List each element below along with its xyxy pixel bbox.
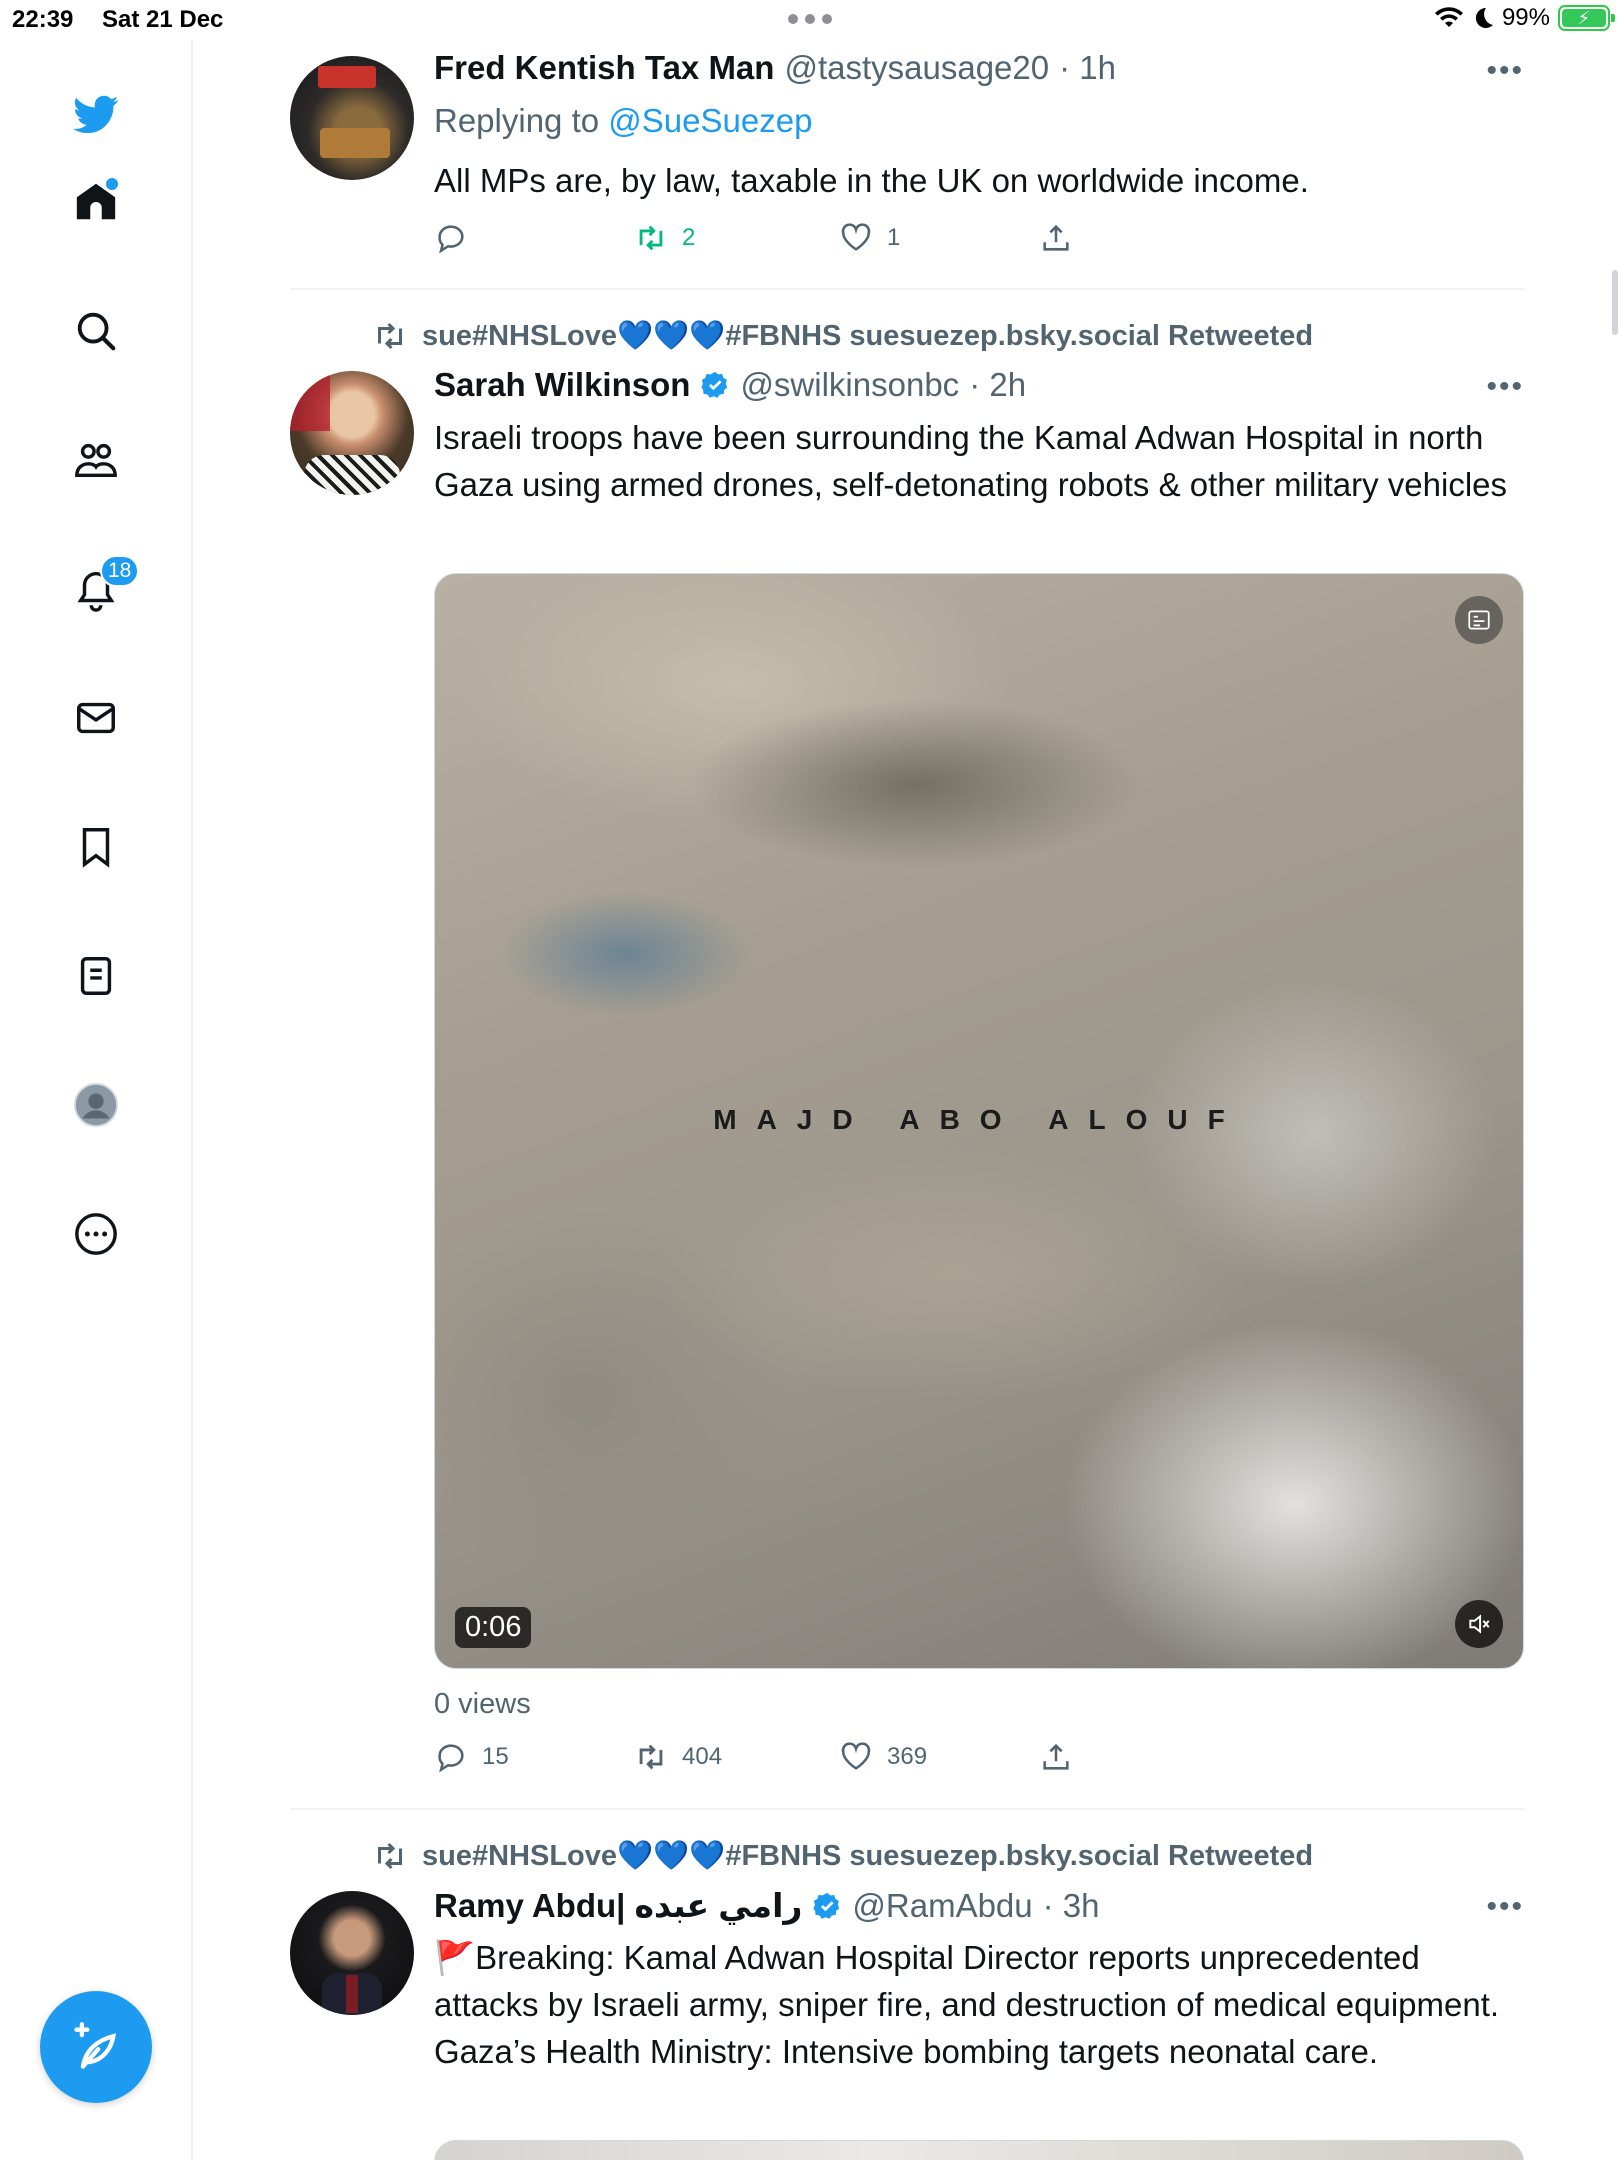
reply-button[interactable] bbox=[434, 221, 482, 255]
more-circle-icon[interactable] bbox=[70, 1208, 122, 1260]
tweet-header: Fred Kentish Tax Man @tastysausage20 · 1… bbox=[434, 49, 1116, 87]
display-name[interactable]: Ramy Abdu| رامي عبده bbox=[434, 1886, 802, 1925]
verified-badge-icon bbox=[813, 1892, 840, 1919]
communities-icon[interactable] bbox=[70, 434, 122, 486]
more-options-icon[interactable]: ••• bbox=[1486, 370, 1524, 404]
handle[interactable]: @RamAbdu bbox=[852, 1887, 1032, 1925]
share-button[interactable] bbox=[1039, 221, 1073, 255]
retweet-button[interactable]: 2 bbox=[634, 221, 695, 255]
share-icon bbox=[1043, 1743, 1069, 1770]
reply-count: 15 bbox=[482, 1743, 509, 1770]
retweeted-by-label[interactable]: sue#NHSLove💙💙💙#FBNHS suesuezep.bsky.soci… bbox=[422, 319, 1313, 353]
retweet-icon bbox=[378, 322, 402, 350]
retweeted-by: sue#NHSLove💙💙💙#FBNHS suesuezep.bsky.soci… bbox=[372, 318, 1313, 354]
more-options-icon[interactable]: ••• bbox=[1486, 54, 1524, 88]
content-warning-icon[interactable] bbox=[1455, 596, 1503, 644]
search-icon[interactable] bbox=[70, 305, 122, 357]
like-button[interactable]: 369 bbox=[839, 1740, 927, 1774]
heart-icon bbox=[841, 223, 871, 251]
wifi-icon bbox=[1434, 7, 1463, 28]
home-icon[interactable] bbox=[70, 176, 122, 228]
view-count: 0 views bbox=[434, 1688, 531, 1720]
feed-scrollbar[interactable] bbox=[1612, 270, 1618, 335]
status-indicators: 99% ⚡ bbox=[1434, 4, 1615, 32]
video-player[interactable]: MAJD ABO ALOUF 0:06 bbox=[434, 573, 1524, 1669]
verified-badge-icon bbox=[701, 371, 728, 398]
like-count: 1 bbox=[887, 224, 901, 251]
sidebar-nav: 18 bbox=[0, 40, 193, 2160]
battery-icon: ⚡ bbox=[1558, 5, 1615, 31]
share-icon bbox=[1043, 224, 1069, 251]
like-button[interactable]: 1 bbox=[839, 221, 900, 255]
more-options-icon[interactable]: ••• bbox=[1486, 1890, 1524, 1924]
reply-button[interactable]: 15 bbox=[434, 1740, 509, 1774]
handle[interactable]: @swilkinsonbc bbox=[740, 366, 959, 404]
display-name[interactable]: Sarah Wilkinson bbox=[434, 366, 690, 404]
replying-label: Replying to bbox=[434, 102, 600, 139]
replying-to: Replying to @SueSuezep bbox=[434, 102, 812, 140]
home-new-dot bbox=[106, 178, 118, 190]
retweeted-by-label[interactable]: sue#NHSLove💙💙💙#FBNHS suesuezep.bsky.soci… bbox=[422, 1839, 1313, 1873]
do-not-disturb-moon-icon bbox=[1475, 7, 1493, 28]
tweet-header: Ramy Abdu| رامي عبده @RamAbdu · 3h bbox=[434, 1886, 1100, 1925]
profile-avatar-icon[interactable] bbox=[70, 1079, 122, 1131]
reply-icon bbox=[438, 225, 464, 254]
avatar[interactable] bbox=[290, 1891, 414, 2015]
reply-icon bbox=[438, 1744, 464, 1773]
tweet-text: Israeli troops have been surrounding the… bbox=[434, 419, 1508, 503]
mute-icon[interactable] bbox=[1455, 1600, 1503, 1648]
status-bar: 22:39 Sat 21 Dec 99% ⚡ bbox=[0, 0, 1620, 40]
timestamp[interactable]: · 3h bbox=[1043, 1887, 1100, 1925]
status-time: 22:39 bbox=[12, 6, 74, 33]
twitter-bird-icon[interactable] bbox=[70, 88, 122, 140]
avatar[interactable] bbox=[290, 371, 414, 495]
media-preview[interactable] bbox=[434, 2140, 1524, 2160]
retweet-count: 404 bbox=[682, 1743, 723, 1770]
tweet-header: Sarah Wilkinson @swilkinsonbc · 2h bbox=[434, 366, 1026, 404]
timestamp[interactable]: · 1h bbox=[1059, 49, 1116, 87]
tweet-divider bbox=[290, 288, 1524, 290]
messages-envelope-icon[interactable] bbox=[70, 692, 122, 744]
timestamp[interactable]: · 2h bbox=[969, 366, 1026, 404]
compose-feather-icon[interactable] bbox=[40, 1991, 152, 2103]
retweet-icon bbox=[639, 225, 663, 251]
retweet-icon bbox=[378, 1842, 402, 1870]
retweet-button[interactable]: 404 bbox=[634, 1740, 722, 1774]
tweet-divider bbox=[290, 1808, 1524, 1810]
retweeted-by: sue#NHSLove💙💙💙#FBNHS suesuezep.bsky.soci… bbox=[372, 1838, 1313, 1874]
heart-icon bbox=[841, 1742, 871, 1770]
tweet-text: All MPs are, by law, taxable in the UK o… bbox=[434, 162, 1309, 199]
tweet-actions: 15 404 369 bbox=[434, 1740, 1074, 1780]
avatar[interactable] bbox=[290, 56, 414, 180]
multitasking-dots-icon[interactable] bbox=[788, 14, 832, 24]
video-watermark: MAJD ABO ALOUF bbox=[713, 1104, 1245, 1135]
tweet-actions: 2 1 bbox=[434, 221, 1074, 261]
bookmark-icon[interactable] bbox=[70, 821, 122, 873]
tweet-text: 🚩Breaking: Kamal Adwan Hospital Director… bbox=[434, 1939, 1500, 2070]
display-name[interactable]: Fred Kentish Tax Man bbox=[434, 49, 774, 87]
handle[interactable]: @tastysausage20 bbox=[784, 49, 1049, 87]
retweet-icon bbox=[639, 1744, 663, 1770]
battery-percent: 99% bbox=[1501, 4, 1550, 31]
notifications-bell-icon[interactable]: 18 bbox=[70, 555, 140, 615]
retweet-count: 2 bbox=[682, 224, 696, 251]
notifications-badge: 18 bbox=[100, 555, 140, 587]
video-duration: 0:06 bbox=[455, 1607, 532, 1648]
share-button[interactable] bbox=[1039, 1740, 1073, 1774]
lists-icon[interactable] bbox=[70, 950, 122, 1002]
like-count: 369 bbox=[887, 1743, 928, 1770]
replying-to-link[interactable]: @SueSuezep bbox=[608, 102, 812, 139]
status-date: Sat 21 Dec bbox=[102, 6, 224, 33]
